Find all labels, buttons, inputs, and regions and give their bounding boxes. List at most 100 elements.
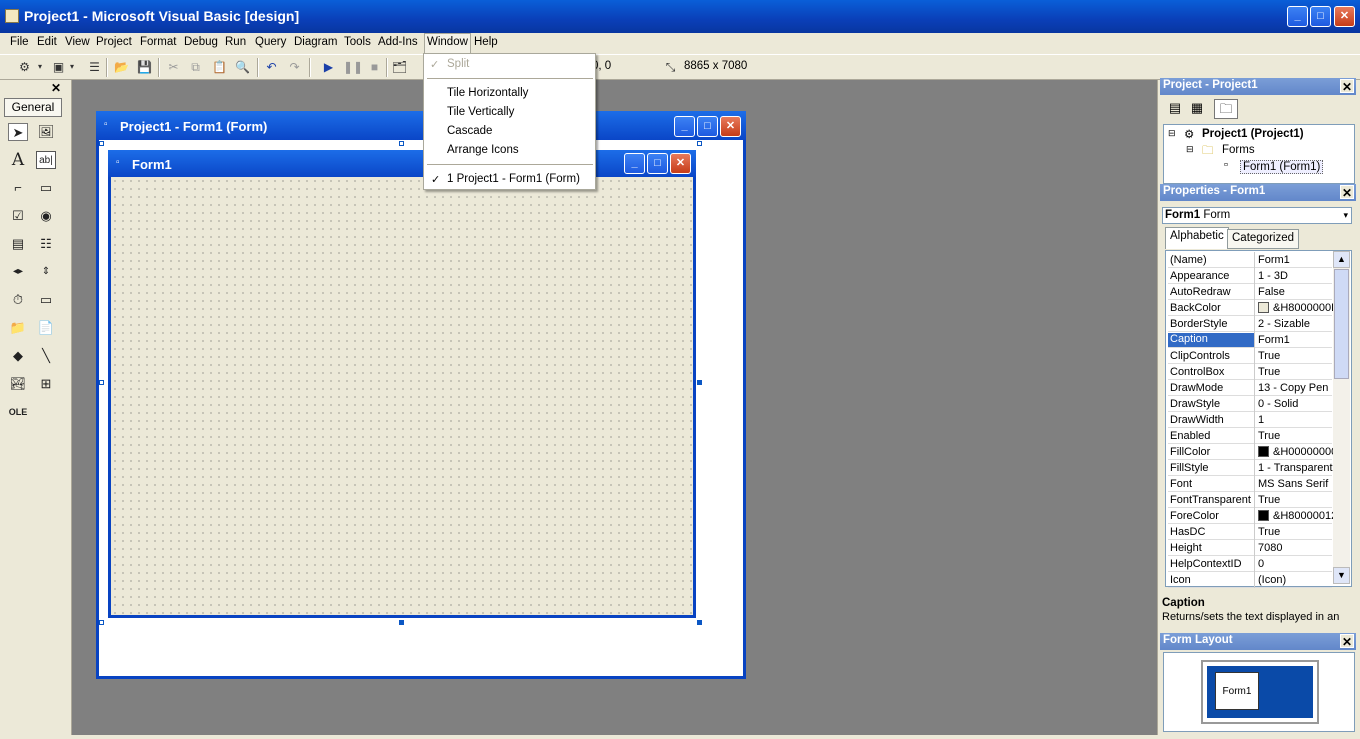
find-icon[interactable]: 🔍 <box>234 59 251 75</box>
checkbox-tool-icon[interactable]: ☑ <box>8 207 28 225</box>
dirlistbox-tool-icon[interactable]: 📁 <box>8 319 28 337</box>
property-row[interactable]: ClipControls True <box>1168 348 1332 364</box>
vscrollbar-tool-icon[interactable]: ⇕ <box>36 263 56 281</box>
designer-minimize-button[interactable]: _ <box>674 116 695 137</box>
listbox-tool-icon[interactable]: ☷ <box>36 235 56 253</box>
chevron-down-icon[interactable]: ▾ <box>1343 208 1348 223</box>
property-value[interactable]: True <box>1258 526 1336 538</box>
toggle-folders-icon[interactable]: 🗀 <box>1214 99 1238 119</box>
designer-close-button[interactable]: ✕ <box>720 116 741 137</box>
scroll-up-icon[interactable]: ▲ <box>1333 251 1350 268</box>
collapse-icon[interactable]: ⊟ <box>1168 128 1176 139</box>
form1-design-grid[interactable] <box>111 177 693 615</box>
property-row[interactable]: DrawWidth 1 <box>1168 412 1332 428</box>
menu-diagram[interactable]: Diagram <box>294 36 337 48</box>
property-row[interactable]: HelpContextID 0 <box>1168 556 1332 572</box>
menu-file[interactable]: File <box>10 36 29 48</box>
project-explorer-close-icon[interactable]: ✕ <box>1340 79 1354 94</box>
open-project-icon[interactable]: 📂 <box>113 59 130 75</box>
tree-form1-item[interactable]: Form1 (Form1) <box>1240 160 1324 174</box>
drivelistbox-tool-icon[interactable]: ▭ <box>36 291 56 309</box>
property-row[interactable]: Appearance 1 - 3D <box>1168 268 1332 284</box>
collapse-icon[interactable]: ⊟ <box>1186 144 1194 155</box>
scroll-down-icon[interactable]: ▼ <box>1333 567 1350 584</box>
property-row[interactable]: FillStyle 1 - Transparent <box>1168 460 1333 476</box>
copy-icon[interactable]: ⧉ <box>187 59 204 75</box>
menu-run[interactable]: Run <box>225 36 246 48</box>
view-object-icon[interactable]: ▦ <box>1187 100 1207 118</box>
paste-icon[interactable]: 📋 <box>211 59 228 75</box>
property-value[interactable]: MS Sans Serif <box>1258 478 1336 490</box>
property-row[interactable]: ForeColor &H80000012 <box>1168 508 1336 524</box>
properties-close-icon[interactable]: ✕ <box>1340 185 1354 200</box>
break-icon[interactable]: ❚❚ <box>343 59 363 75</box>
menu-tools[interactable]: Tools <box>344 36 371 48</box>
property-value[interactable]: 0 <box>1258 558 1336 570</box>
scroll-thumb[interactable] <box>1334 269 1349 379</box>
filelistbox-tool-icon[interactable]: 📄 <box>36 319 56 337</box>
start-icon[interactable]: ▶ <box>320 59 337 75</box>
menu-debug[interactable]: Debug <box>184 36 218 48</box>
menu-item-window-1[interactable]: 1 Project1 - Form1 (Form) <box>447 173 580 185</box>
property-value[interactable]: True <box>1258 494 1336 506</box>
menu-view[interactable]: View <box>65 36 90 48</box>
property-value[interactable]: 2 - Sizable <box>1258 318 1336 330</box>
property-value[interactable]: 1 <box>1258 414 1336 426</box>
menu-item-tile-vertically[interactable]: Tile Vertically <box>447 106 514 118</box>
property-row[interactable]: HasDC True <box>1168 524 1332 540</box>
property-value[interactable]: (Icon) <box>1258 574 1336 586</box>
data-tool-icon[interactable]: ⊞ <box>36 375 56 393</box>
project-explorer-icon[interactable]: 🗂 <box>391 59 408 75</box>
property-value[interactable]: True <box>1258 430 1336 442</box>
toolbox-tab-general[interactable]: General <box>4 98 62 117</box>
resize-handle[interactable] <box>697 380 702 385</box>
add-form-icon[interactable]: ▣ <box>50 59 67 75</box>
property-value[interactable]: 1 - Transparent <box>1258 462 1336 474</box>
form1-canvas[interactable]: ▫ Form1 _ □ ✕ <box>108 150 696 618</box>
property-grid-scrollbar[interactable]: ▲ ▼ <box>1333 251 1350 584</box>
property-value[interactable]: &H00000000 <box>1258 446 1336 458</box>
timer-tool-icon[interactable]: ⏱ <box>8 291 28 309</box>
property-row[interactable]: DrawStyle 0 - Solid <box>1168 396 1332 412</box>
resize-handle[interactable] <box>697 620 702 625</box>
menu-edit[interactable]: Edit <box>37 36 57 48</box>
ole-tool-icon[interactable]: OLE <box>8 403 28 421</box>
save-project-icon[interactable]: 💾 <box>136 59 153 75</box>
redo-icon[interactable]: ↷ <box>286 59 303 75</box>
menu-window[interactable]: Window <box>424 33 471 54</box>
menu-help[interactable]: Help <box>474 36 498 48</box>
property-row[interactable]: ControlBox True <box>1168 364 1332 380</box>
menu-format[interactable]: Format <box>140 36 176 48</box>
view-code-icon[interactable]: ▤ <box>1165 100 1185 118</box>
menu-editor-icon[interactable]: ☰ <box>86 59 103 75</box>
pointer-tool-icon[interactable]: ➤ <box>8 123 28 141</box>
menu-item-cascade[interactable]: Cascade <box>447 125 492 137</box>
property-row[interactable]: Icon (Icon) <box>1168 572 1332 588</box>
menu-addins[interactable]: Add-Ins <box>378 36 418 48</box>
form-layout-preview[interactable]: Form1 <box>1215 672 1259 710</box>
property-row[interactable]: (Name) Form1 <box>1168 252 1332 268</box>
property-value[interactable]: 7080 <box>1258 542 1336 554</box>
add-form-dropdown-icon[interactable]: ▾ <box>68 59 76 75</box>
property-value[interactable]: 1 - 3D <box>1258 270 1336 282</box>
toolbox-close-icon[interactable]: ✕ <box>49 81 63 95</box>
property-row[interactable]: FontTransparent True <box>1168 492 1332 508</box>
add-project-dropdown-icon[interactable]: ▾ <box>36 59 44 75</box>
cut-icon[interactable]: ✂ <box>165 59 182 75</box>
line-tool-icon[interactable]: ╲ <box>36 347 56 365</box>
frame-tool-icon[interactable]: ⌐ <box>8 179 28 197</box>
tab-alphabetic[interactable]: Alphabetic <box>1165 227 1229 249</box>
property-value[interactable]: Form1 <box>1258 254 1336 266</box>
tree-project-root[interactable]: Project1 (Project1) <box>1202 128 1304 140</box>
property-row[interactable]: Font MS Sans Serif <box>1168 476 1332 492</box>
property-row[interactable]: BackColor &H8000000F <box>1168 300 1336 316</box>
tab-categorized[interactable]: Categorized <box>1227 229 1300 249</box>
add-project-icon[interactable]: ⚙ <box>16 59 33 75</box>
property-value[interactable]: 0 - Solid <box>1258 398 1336 410</box>
property-value[interactable]: &H8000000F <box>1258 302 1336 314</box>
property-value[interactable]: Form1 <box>1258 334 1336 346</box>
property-value[interactable]: True <box>1258 366 1336 378</box>
combobox-tool-icon[interactable]: ▤ <box>8 235 28 253</box>
property-row[interactable]: FillColor &H00000000 <box>1168 444 1336 460</box>
menu-item-arrange-icons[interactable]: Arrange Icons <box>447 144 519 156</box>
